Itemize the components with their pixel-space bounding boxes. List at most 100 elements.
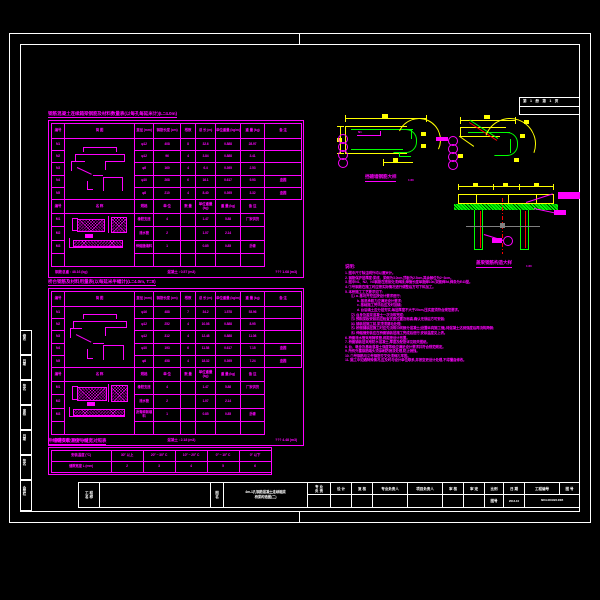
cell-weight: 9.93 <box>240 174 265 188</box>
sketch-stroke <box>75 334 92 343</box>
th-temp-5: 0° 以下 <box>238 449 272 462</box>
dim-text-box <box>473 183 478 187</box>
table-row: N1 <box>51 137 302 200</box>
title-sheet-label: 图 名 <box>210 482 224 508</box>
th-temp-3: 10° ~ 20° C <box>174 449 208 462</box>
th-temp-4: 0° ~ 10° C <box>206 449 240 462</box>
th-sketch: 简 图 <box>64 291 135 307</box>
table-1-title: 钢筋混凝土连续箱梁钢筋及材料数量表(以每孔每延米计)(L=4.0m) <box>48 111 177 118</box>
dim-text-box <box>534 183 539 187</box>
sheet-header-text: 第 1 册 第 1 页 <box>523 99 560 103</box>
title-dwgno-label: 图 号 <box>559 482 580 495</box>
frame-tick-top <box>299 33 300 44</box>
th-weight: 重 量 (kg) <box>240 123 265 139</box>
rebar-line-green <box>399 153 401 157</box>
th-dia: 直径 (mm) <box>134 291 154 307</box>
th-note: 备 注 <box>264 291 302 307</box>
cell-each: 0.85 <box>195 407 216 422</box>
cell-weight: 7.24 <box>240 354 265 369</box>
table-row: M1 橡胶支座 4 1.47 5.88 厂家供货 <box>51 380 302 435</box>
bearing-pad-hatch <box>77 387 107 401</box>
cell-len: 312 <box>153 330 181 344</box>
sketch-stroke <box>105 161 107 170</box>
sketch-stroke <box>87 189 93 191</box>
cell-note <box>240 394 265 409</box>
th-unit: 单位重量 (kg/m) <box>215 123 241 139</box>
title-role-value-4 <box>407 494 443 508</box>
cell-weight: 53.96 <box>240 305 265 320</box>
cell-blank <box>180 252 196 268</box>
sketch-stroke <box>70 328 72 338</box>
sketch-stroke <box>72 386 74 400</box>
th2-qty: 数 量 <box>180 199 196 214</box>
cell-total: 11.58 <box>195 342 216 356</box>
detail-1-annotation: N1 <box>358 130 362 134</box>
title-date-value: 2014.10 <box>503 494 525 508</box>
cell-dia: φ12 <box>134 318 154 332</box>
table-3: 安装温度 (°C) 30° 以上 20° ~ 30° C 10° ~ 20° C… <box>50 449 272 473</box>
th2-name: 名 称 <box>64 367 135 382</box>
cap-stirrup <box>508 194 509 204</box>
cell-total: 6.4 <box>195 162 216 176</box>
cell-gap-5: 6 <box>238 460 272 473</box>
dim-text-box <box>524 120 529 124</box>
th-unit: 单位重量 (kg/m) <box>215 291 241 307</box>
sketch-stroke <box>85 234 93 238</box>
sketch-stroke <box>70 328 82 330</box>
sketch-stroke <box>83 147 117 149</box>
th2-no: 编号 <box>51 199 65 214</box>
table-box-3: 伸缩缝安装温度与缝宽对照表 安装温度 (°C) 30° 以上 20° ~ 30°… <box>48 429 272 475</box>
sketch-stroke <box>124 154 126 161</box>
th-note: 备 注 <box>264 123 302 139</box>
cell-unit: 0.617 <box>215 174 241 188</box>
cell-unit: 0.395 <box>215 354 241 369</box>
sketch-stroke <box>87 402 95 406</box>
callout-block <box>558 192 580 199</box>
cell-dia: φ12 <box>134 137 154 152</box>
cell-no: N1 <box>51 137 65 152</box>
sketch-stroke <box>108 216 110 233</box>
sketch-stroke <box>116 147 118 152</box>
cell-no: M1 <box>51 380 65 396</box>
sketch-stroke <box>72 218 78 220</box>
cell-weight: 28.97 <box>240 137 265 152</box>
title-scale-value: 图号 <box>484 494 504 508</box>
table-2-outer: 编号 简 图 直径 (mm) 钢筋长度 (cm) 根数 总 长 (m) 单位重量… <box>48 288 304 446</box>
joint-filler-hatch <box>73 409 125 416</box>
cell-blank <box>215 252 241 268</box>
cell-cnt: 6 <box>180 342 196 356</box>
sketch-stroke <box>69 416 125 418</box>
dim-text-box <box>503 183 508 187</box>
title-sheet-name: 4m-1孔钢筋混凝土连续箱梁 桥梁构造图(二) <box>223 482 308 508</box>
cell-unit: 0.395 <box>215 186 241 201</box>
cell-unit: 2 <box>153 394 181 409</box>
cell-total: 10.08 <box>195 318 216 332</box>
cell-no: N2 <box>51 150 65 164</box>
dim-text-box <box>514 158 519 162</box>
cell-spec: 橡胶支座 <box>134 380 154 396</box>
sketch-stroke <box>87 358 93 360</box>
th-len: 钢筋长度 (cm) <box>153 291 181 307</box>
title-role-value-1 <box>330 494 352 508</box>
cell-gap-label: 缝隙宽度 L (mm) <box>50 460 112 473</box>
sketch-stroke <box>93 175 103 177</box>
table-box-1: 钢筋混凝土连续箱梁钢筋及材料数量表(以每孔每延米计)(L=4.0m) 编号 简 … <box>48 102 304 278</box>
cell-unit: 0.888 <box>215 137 241 152</box>
sketch-stroke <box>72 399 78 401</box>
cell-total: 18.32 <box>195 354 216 369</box>
detail-rebar-bend-right <box>436 109 568 192</box>
cell-cnt: 4 <box>180 150 196 164</box>
cell-cnt: 4 <box>180 330 196 344</box>
title-role-value-3 <box>372 494 408 508</box>
cell-spec: 泄水管 <box>134 226 154 241</box>
side-stamp-label: 签名 <box>22 384 26 390</box>
th-len: 钢筋长度 (cm) <box>153 123 181 139</box>
dim-text-box <box>421 144 426 148</box>
cell-note <box>264 330 302 344</box>
cell-each: 1.47 <box>195 380 216 396</box>
cell-dia: φ12 <box>134 330 154 344</box>
cell-len: 252 <box>153 318 181 332</box>
cell-qty <box>180 380 196 396</box>
title-role-value-6 <box>463 494 485 508</box>
title-role-value-2 <box>351 494 373 508</box>
